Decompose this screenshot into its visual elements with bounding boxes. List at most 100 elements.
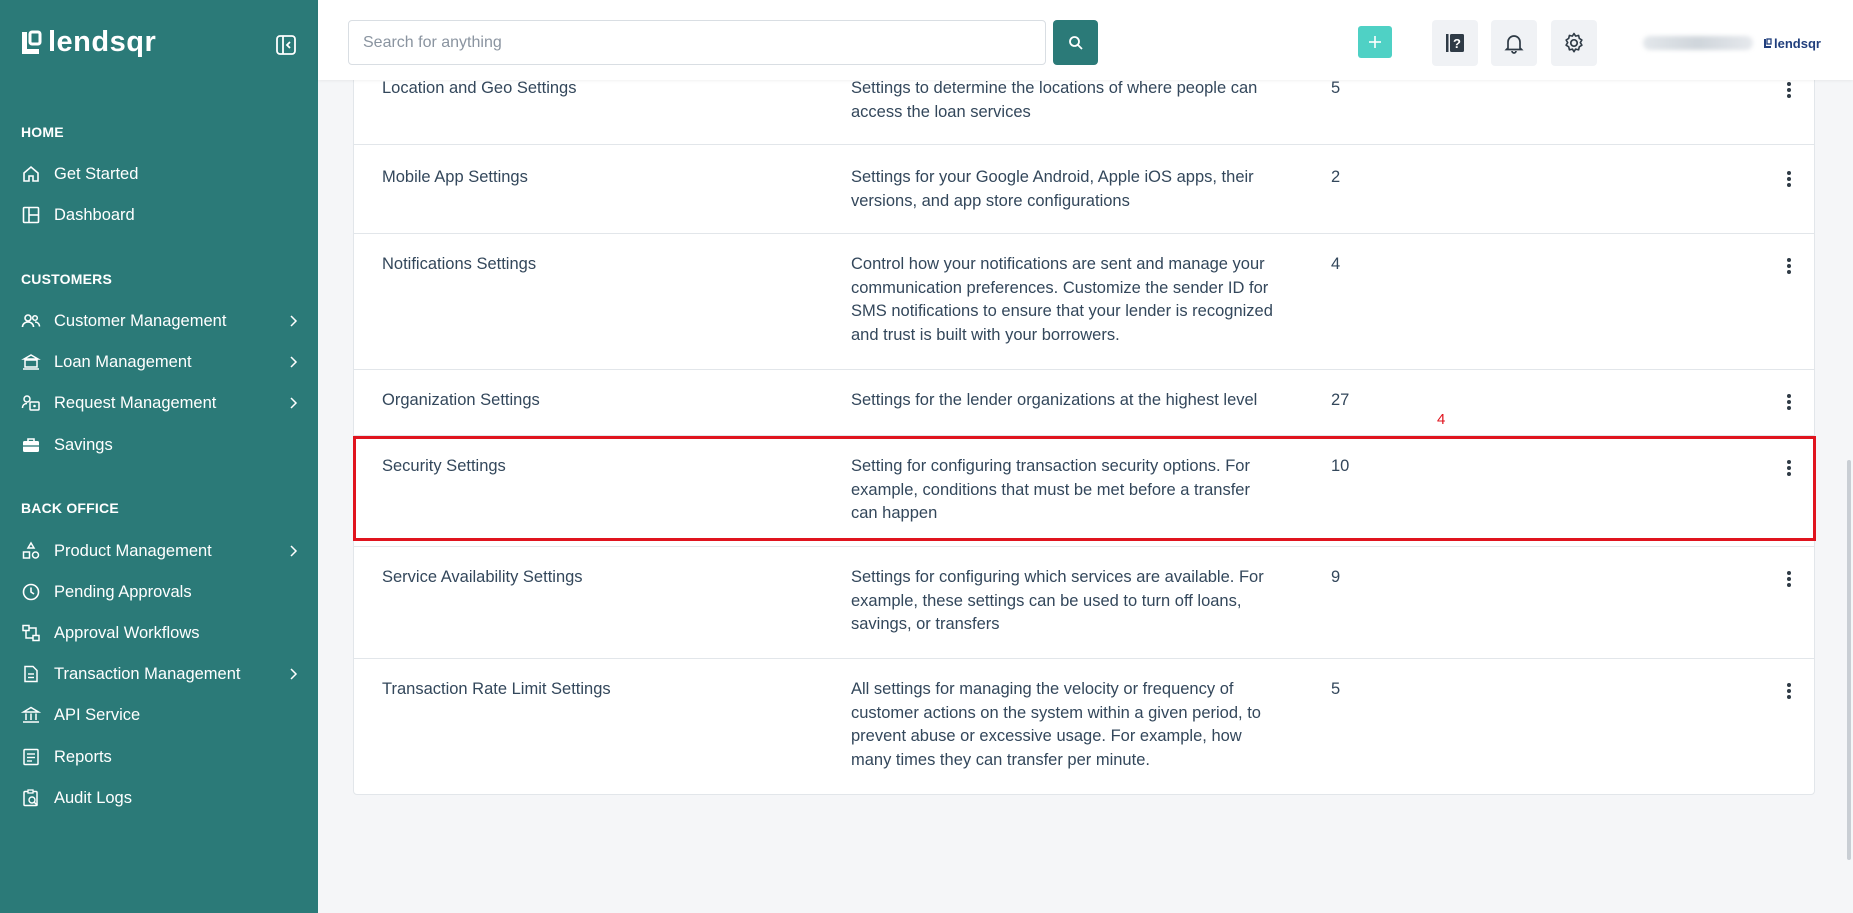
setting-count: 5 <box>1331 680 1341 698</box>
row-actions-kebab-icon[interactable] <box>1781 80 1797 100</box>
sidebar-item-dashboard[interactable]: Dashboard <box>20 200 300 230</box>
sidebar-item-product-management[interactable]: Product Management <box>20 536 300 566</box>
sidebar-item-customer-management[interactable]: Customer Management <box>20 306 300 336</box>
notifications-button[interactable] <box>1491 20 1537 66</box>
setting-name: Mobile App Settings <box>382 168 528 186</box>
sidebar-item-label: Audit Logs <box>54 788 132 807</box>
settings-button[interactable] <box>1551 20 1597 66</box>
sidebar-item-pending-approvals[interactable]: Pending Approvals <box>20 577 300 607</box>
chevron-right-icon <box>290 356 298 368</box>
table-row[interactable]: Service Availability Settings Settings f… <box>354 547 1814 659</box>
table-row[interactable]: Notifications Settings Control how your … <box>354 234 1814 370</box>
sidebar-item-label: Savings <box>54 435 113 454</box>
chevron-right-icon <box>290 315 298 327</box>
briefcase-icon <box>20 434 42 456</box>
setting-name: Service Availability Settings <box>382 568 583 586</box>
collapse-sidebar-icon[interactable] <box>275 34 297 56</box>
org-logo-text: lendsqr <box>1774 35 1821 51</box>
audit-icon <box>20 787 42 809</box>
clock-icon <box>20 581 42 603</box>
sidebar-item-get-started[interactable]: Get Started <box>20 159 300 189</box>
lendsqr-logo[interactable]: lendsqr <box>20 26 156 59</box>
bank-icon <box>20 704 42 726</box>
row-actions-kebab-icon[interactable] <box>1781 458 1797 478</box>
sidebar-item-label: Approval Workflows <box>54 623 200 642</box>
table-row[interactable]: Mobile App Settings Settings for your Go… <box>354 145 1814 234</box>
search-icon <box>1068 35 1083 50</box>
sidebar-item-loan-management[interactable]: Loan Management <box>20 347 300 377</box>
request-icon <box>20 392 42 414</box>
home-icon <box>20 163 42 185</box>
settings-table: Location and Geo Settings Settings to de… <box>353 60 1815 795</box>
sidebar-item-label: Product Management <box>54 541 212 560</box>
row-actions-kebab-icon[interactable] <box>1781 169 1797 189</box>
chevron-right-icon <box>290 668 298 680</box>
row-actions-kebab-icon[interactable] <box>1781 569 1797 589</box>
help-button[interactable]: ? <box>1432 20 1478 66</box>
setting-description: Setting for configuring transaction secu… <box>851 457 1250 522</box>
sidebar-item-transaction-management[interactable]: Transaction Management <box>20 659 300 689</box>
sidebar-item-approval-workflows[interactable]: Approval Workflows <box>20 618 300 648</box>
dashboard-icon <box>20 204 42 226</box>
sidebar-item-label: Request Management <box>54 393 217 412</box>
sidebar-item-label: API Service <box>54 705 141 724</box>
setting-name: Organization Settings <box>382 391 540 409</box>
section-title-customers: CUSTOMERS <box>21 271 112 287</box>
sidebar-item-label: Get Started <box>54 164 139 183</box>
plus-icon <box>1369 36 1381 48</box>
setting-name: Transaction Rate Limit Settings <box>382 680 611 698</box>
setting-description: Settings to determine the locations of w… <box>851 79 1258 121</box>
setting-count: 5 <box>1331 79 1341 97</box>
section-title-back-office: BACK OFFICE <box>21 500 119 516</box>
chevron-right-icon <box>290 545 298 557</box>
sidebar-item-label: Reports <box>54 747 112 766</box>
sidebar-item-api-service[interactable]: API Service <box>20 700 300 730</box>
sidebar-item-request-management[interactable]: Request Management <box>20 388 300 418</box>
setting-description: Settings for the lender organizations at… <box>851 391 1258 409</box>
setting-name: Notifications Settings <box>382 255 537 273</box>
row-actions-kebab-icon[interactable] <box>1781 256 1797 276</box>
sidebar-item-label: Customer Management <box>54 311 227 330</box>
table-row-security-settings[interactable]: Security Settings Setting for configurin… <box>354 436 1814 547</box>
setting-description: All settings for managing the velocity o… <box>851 680 1261 769</box>
setting-count: 2 <box>1331 168 1341 186</box>
table-row[interactable]: Organization Settings Settings for the l… <box>354 370 1814 436</box>
user-name-blurred <box>1643 36 1753 50</box>
loan-icon <box>20 351 42 373</box>
setting-description: Settings for your Google Android, Apple … <box>851 168 1254 210</box>
setting-count: 4 <box>1331 255 1341 273</box>
logo-text: lendsqr <box>48 26 157 58</box>
search-button[interactable] <box>1053 20 1098 65</box>
setting-name: Location and Geo Settings <box>382 79 577 97</box>
section-title-home: HOME <box>21 124 64 140</box>
top-header: ? lendsqr <box>318 0 1853 80</box>
setting-count: 27 <box>1331 391 1350 409</box>
setting-description: Control how your notifications are sent … <box>851 255 1273 344</box>
setting-count: 9 <box>1331 568 1341 586</box>
workflow-icon <box>20 622 42 644</box>
row-actions-kebab-icon[interactable] <box>1781 392 1797 412</box>
logo-mark-icon <box>22 30 42 54</box>
sidebar-item-audit-logs[interactable]: Audit Logs <box>20 783 300 813</box>
search-input[interactable] <box>348 20 1046 65</box>
sidebar-item-label: Loan Management <box>54 352 192 371</box>
sidebar-item-label: Dashboard <box>54 205 135 224</box>
sidebar-item-label: Transaction Management <box>54 664 241 683</box>
sidebar-item-savings[interactable]: Savings <box>20 430 300 460</box>
setting-name: Security Settings <box>382 457 506 475</box>
transaction-icon <box>20 663 42 685</box>
sidebar-item-label: Pending Approvals <box>54 582 192 601</box>
table-row[interactable]: Transaction Rate Limit Settings All sett… <box>354 659 1814 795</box>
sidebar-item-reports[interactable]: Reports <box>20 742 300 772</box>
highlight-label: 4 <box>1437 411 1446 428</box>
product-icon <box>20 540 42 562</box>
user-menu[interactable]: lendsqr <box>1643 30 1821 56</box>
reports-icon <box>20 746 42 768</box>
help-book-icon: ? <box>1446 34 1464 52</box>
scrollbar-thumb[interactable] <box>1847 460 1851 860</box>
row-actions-kebab-icon[interactable] <box>1781 681 1797 701</box>
sidebar: lendsqr HOME Get Started Dashboard CUSTO… <box>0 0 318 913</box>
add-button[interactable] <box>1358 26 1392 58</box>
setting-description: Settings for configuring which services … <box>851 568 1264 633</box>
svg-text:?: ? <box>1453 36 1461 51</box>
